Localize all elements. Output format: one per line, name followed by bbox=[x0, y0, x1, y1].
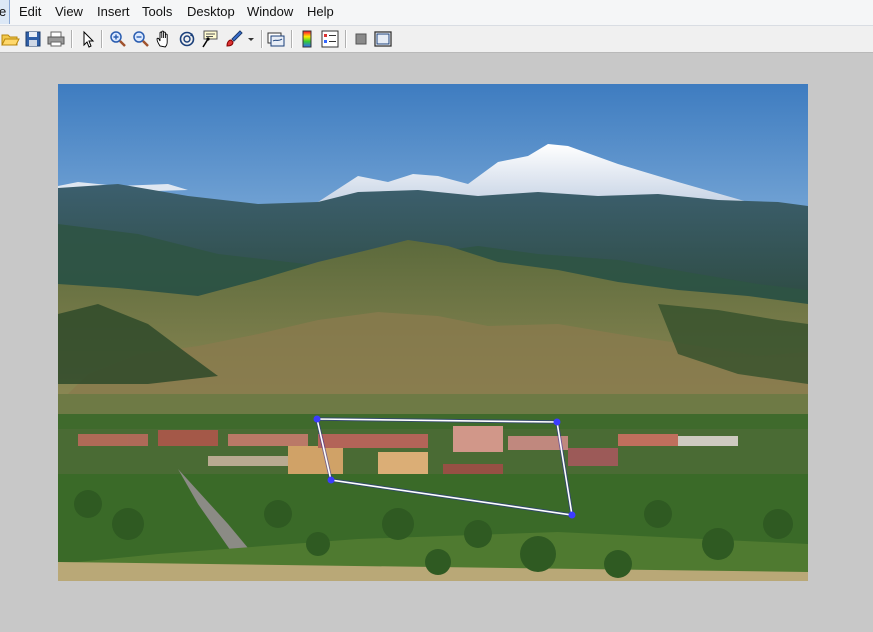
open-file-icon[interactable] bbox=[0, 29, 20, 49]
menu-help[interactable]: Help bbox=[307, 4, 334, 19]
figure-canvas bbox=[0, 53, 873, 632]
colorbar-icon[interactable] bbox=[297, 29, 317, 49]
figure-toolbar bbox=[0, 26, 873, 53]
landscape-image bbox=[58, 84, 808, 581]
toolbar-separator bbox=[261, 30, 262, 48]
roi-vertex-handle[interactable] bbox=[327, 476, 335, 484]
menu-tools[interactable]: Tools bbox=[142, 4, 172, 19]
pan-hand-icon[interactable] bbox=[154, 29, 174, 49]
edit-plot-arrow-icon[interactable] bbox=[78, 29, 98, 49]
save-icon[interactable] bbox=[23, 29, 43, 49]
show-plot-tools-icon[interactable] bbox=[373, 29, 393, 49]
menu-insert[interactable]: Insert bbox=[97, 4, 130, 19]
toolbar-separator bbox=[71, 30, 72, 48]
legend-icon[interactable] bbox=[320, 29, 340, 49]
link-plot-icon[interactable] bbox=[266, 29, 286, 49]
hide-plot-tools-icon[interactable] bbox=[351, 29, 371, 49]
zoom-out-icon[interactable] bbox=[131, 29, 151, 49]
rotate-3d-icon[interactable] bbox=[177, 29, 197, 49]
menu-view[interactable]: View bbox=[55, 4, 83, 19]
toolbar-separator bbox=[101, 30, 102, 48]
menu-desktop[interactable]: Desktop bbox=[187, 4, 235, 19]
menu-edit[interactable]: Edit bbox=[19, 4, 41, 19]
toolbar-separator bbox=[345, 30, 346, 48]
roi-vertex-handle[interactable] bbox=[553, 418, 561, 426]
roi-vertex-handle[interactable] bbox=[313, 415, 321, 423]
data-cursor-icon[interactable] bbox=[200, 29, 220, 49]
roi-vertex-handle[interactable] bbox=[568, 511, 576, 519]
brush-dropdown-icon[interactable] bbox=[246, 29, 256, 49]
brush-icon[interactable] bbox=[224, 29, 244, 49]
menu-file-partial[interactable]: e bbox=[0, 0, 10, 24]
menu-bar: e Edit View Insert Tools Desktop Window … bbox=[0, 0, 873, 26]
toolbar-separator bbox=[291, 30, 292, 48]
zoom-in-icon[interactable] bbox=[108, 29, 128, 49]
image-axes[interactable] bbox=[58, 84, 808, 581]
menu-window[interactable]: Window bbox=[247, 4, 293, 19]
print-icon[interactable] bbox=[46, 29, 66, 49]
